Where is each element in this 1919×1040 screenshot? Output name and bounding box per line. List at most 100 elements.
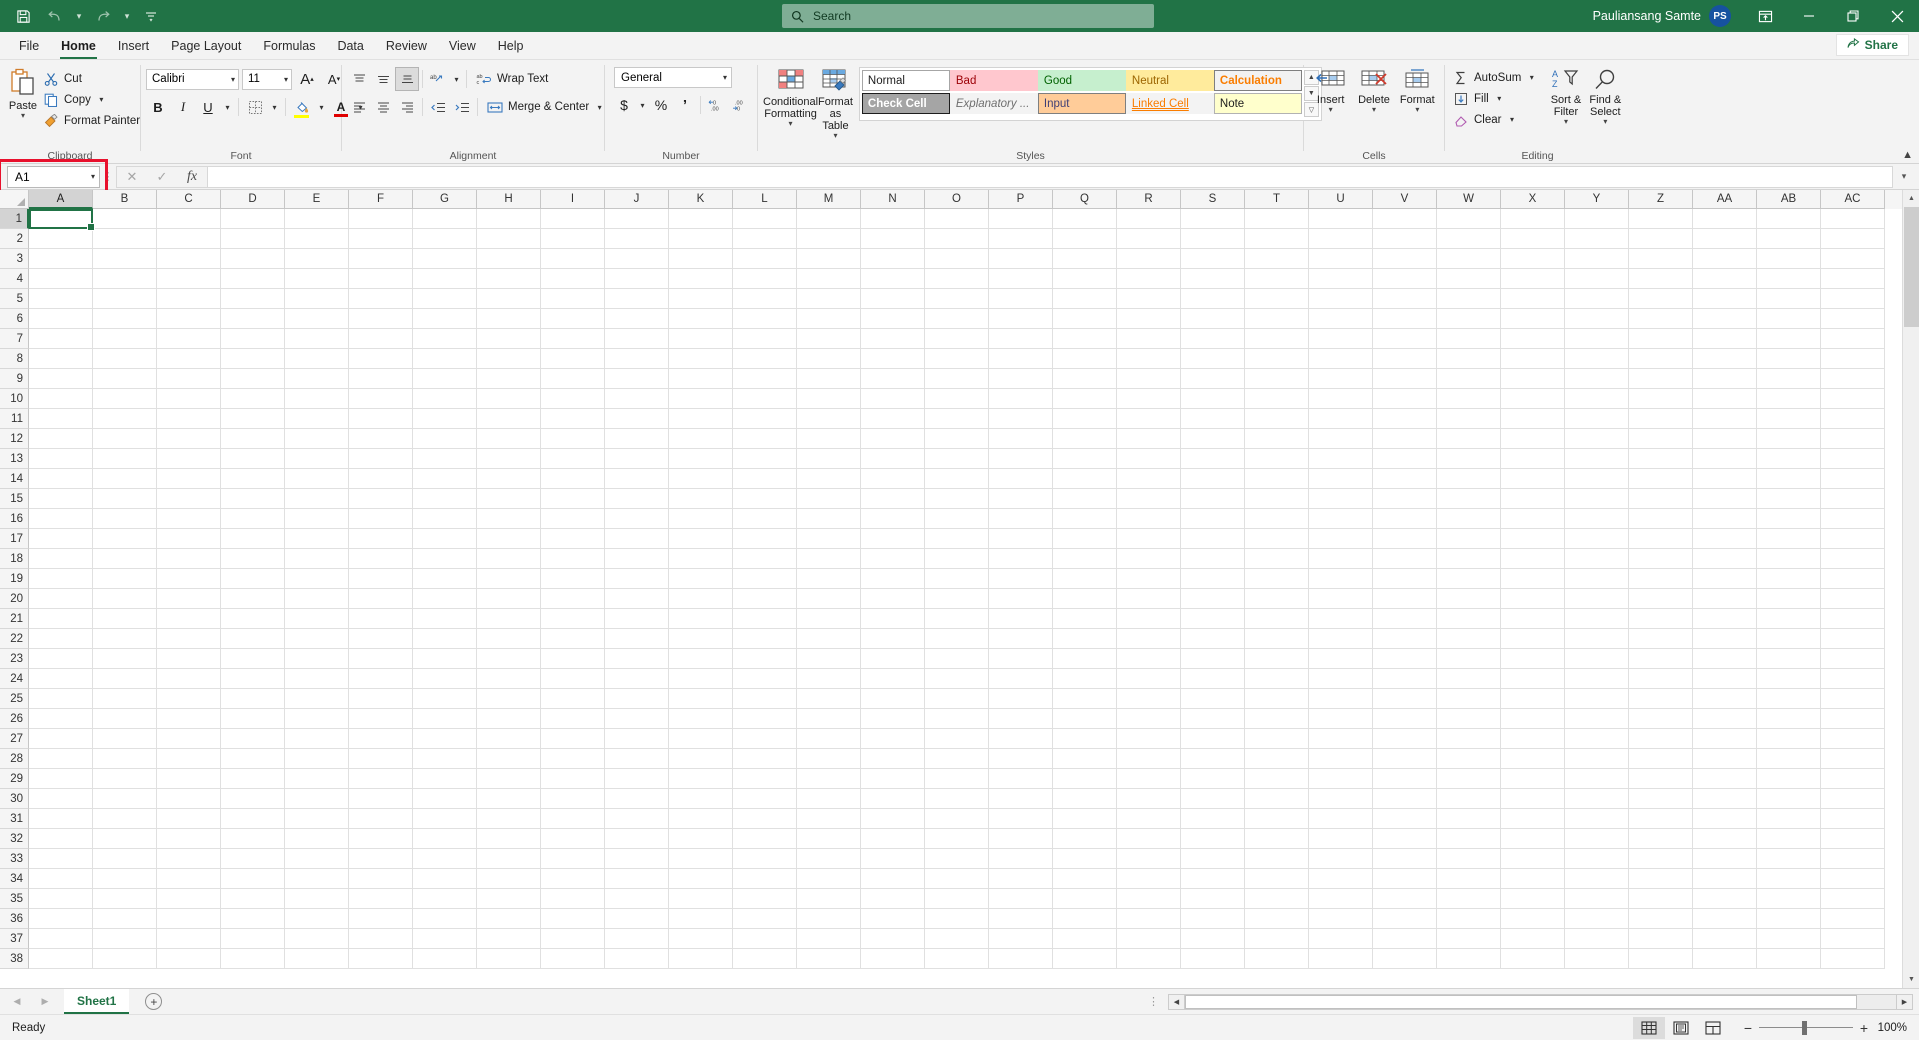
cell-h7[interactable] — [477, 329, 541, 349]
cell-r25[interactable] — [1117, 689, 1181, 709]
borders-dropdown-icon[interactable]: ▾ — [268, 96, 281, 118]
cell-h20[interactable] — [477, 589, 541, 609]
scroll-down-icon[interactable]: ▼ — [1903, 971, 1919, 988]
cell-ab20[interactable] — [1757, 589, 1821, 609]
cell-f14[interactable] — [349, 469, 413, 489]
cell-f2[interactable] — [349, 229, 413, 249]
cell-aa27[interactable] — [1693, 729, 1757, 749]
row-header-12[interactable]: 12 — [0, 429, 29, 449]
cell-j26[interactable] — [605, 709, 669, 729]
cell-a13[interactable] — [29, 449, 93, 469]
cell-g37[interactable] — [413, 929, 477, 949]
row-header-22[interactable]: 22 — [0, 629, 29, 649]
cell-s33[interactable] — [1181, 849, 1245, 869]
cell-p16[interactable] — [989, 509, 1053, 529]
cell-a23[interactable] — [29, 649, 93, 669]
cell-q15[interactable] — [1053, 489, 1117, 509]
cell-u35[interactable] — [1309, 889, 1373, 909]
cell-ab7[interactable] — [1757, 329, 1821, 349]
cell-c11[interactable] — [157, 409, 221, 429]
cell-j27[interactable] — [605, 729, 669, 749]
cell-style-normal[interactable]: Normal — [861, 70, 950, 91]
column-header-d[interactable]: D — [221, 190, 285, 209]
cell-aa5[interactable] — [1693, 289, 1757, 309]
cell-v3[interactable] — [1373, 249, 1437, 269]
cell-k1[interactable] — [669, 209, 733, 229]
row-header-18[interactable]: 18 — [0, 549, 29, 569]
cell-n24[interactable] — [861, 669, 925, 689]
cell-k6[interactable] — [669, 309, 733, 329]
cell-c33[interactable] — [157, 849, 221, 869]
cell-s7[interactable] — [1181, 329, 1245, 349]
cell-u36[interactable] — [1309, 909, 1373, 929]
cell-b34[interactable] — [93, 869, 157, 889]
cell-r6[interactable] — [1117, 309, 1181, 329]
column-header-ac[interactable]: AC — [1821, 190, 1885, 209]
cell-g38[interactable] — [413, 949, 477, 969]
cell-n36[interactable] — [861, 909, 925, 929]
cell-m14[interactable] — [797, 469, 861, 489]
cell-w23[interactable] — [1437, 649, 1501, 669]
cell-t37[interactable] — [1245, 929, 1309, 949]
cell-l24[interactable] — [733, 669, 797, 689]
cell-f7[interactable] — [349, 329, 413, 349]
number-format-dropdown-icon[interactable]: ▾ — [723, 73, 727, 82]
cell-y31[interactable] — [1565, 809, 1629, 829]
cell-v33[interactable] — [1373, 849, 1437, 869]
cell-g29[interactable] — [413, 769, 477, 789]
cell-z13[interactable] — [1629, 449, 1693, 469]
cell-p9[interactable] — [989, 369, 1053, 389]
cell-a25[interactable] — [29, 689, 93, 709]
column-header-n[interactable]: N — [861, 190, 925, 209]
column-header-w[interactable]: W — [1437, 190, 1501, 209]
cell-aa20[interactable] — [1693, 589, 1757, 609]
cell-l35[interactable] — [733, 889, 797, 909]
cell-q28[interactable] — [1053, 749, 1117, 769]
column-header-q[interactable]: Q — [1053, 190, 1117, 209]
horizontal-scroll-thumb[interactable] — [1185, 995, 1857, 1009]
cell-n18[interactable] — [861, 549, 925, 569]
cell-i22[interactable] — [541, 629, 605, 649]
cell-v14[interactable] — [1373, 469, 1437, 489]
cell-x16[interactable] — [1501, 509, 1565, 529]
cell-aa13[interactable] — [1693, 449, 1757, 469]
cell-o2[interactable] — [925, 229, 989, 249]
cell-i8[interactable] — [541, 349, 605, 369]
cell-t19[interactable] — [1245, 569, 1309, 589]
cell-b35[interactable] — [93, 889, 157, 909]
cell-d37[interactable] — [221, 929, 285, 949]
cell-h22[interactable] — [477, 629, 541, 649]
cell-g17[interactable] — [413, 529, 477, 549]
cell-p6[interactable] — [989, 309, 1053, 329]
cell-h37[interactable] — [477, 929, 541, 949]
cell-x13[interactable] — [1501, 449, 1565, 469]
cell-c28[interactable] — [157, 749, 221, 769]
cell-m21[interactable] — [797, 609, 861, 629]
formula-input[interactable] — [208, 165, 1893, 188]
cell-a31[interactable] — [29, 809, 93, 829]
cell-a9[interactable] — [29, 369, 93, 389]
cell-k11[interactable] — [669, 409, 733, 429]
cell-l15[interactable] — [733, 489, 797, 509]
cell-j12[interactable] — [605, 429, 669, 449]
cell-style-note[interactable]: Note — [1213, 93, 1302, 114]
cell-d19[interactable] — [221, 569, 285, 589]
cell-q31[interactable] — [1053, 809, 1117, 829]
cell-ab25[interactable] — [1757, 689, 1821, 709]
cell-c37[interactable] — [157, 929, 221, 949]
cell-l2[interactable] — [733, 229, 797, 249]
cell-j38[interactable] — [605, 949, 669, 969]
cell-j23[interactable] — [605, 649, 669, 669]
cell-b19[interactable] — [93, 569, 157, 589]
clear-button[interactable]: Clear ▾ — [1452, 109, 1538, 130]
cell-l10[interactable] — [733, 389, 797, 409]
cell-k10[interactable] — [669, 389, 733, 409]
cell-f38[interactable] — [349, 949, 413, 969]
find-select-dropdown-icon[interactable]: ▾ — [1603, 117, 1607, 126]
cell-x8[interactable] — [1501, 349, 1565, 369]
cell-x33[interactable] — [1501, 849, 1565, 869]
cell-t10[interactable] — [1245, 389, 1309, 409]
cell-c20[interactable] — [157, 589, 221, 609]
cell-z6[interactable] — [1629, 309, 1693, 329]
cell-f4[interactable] — [349, 269, 413, 289]
